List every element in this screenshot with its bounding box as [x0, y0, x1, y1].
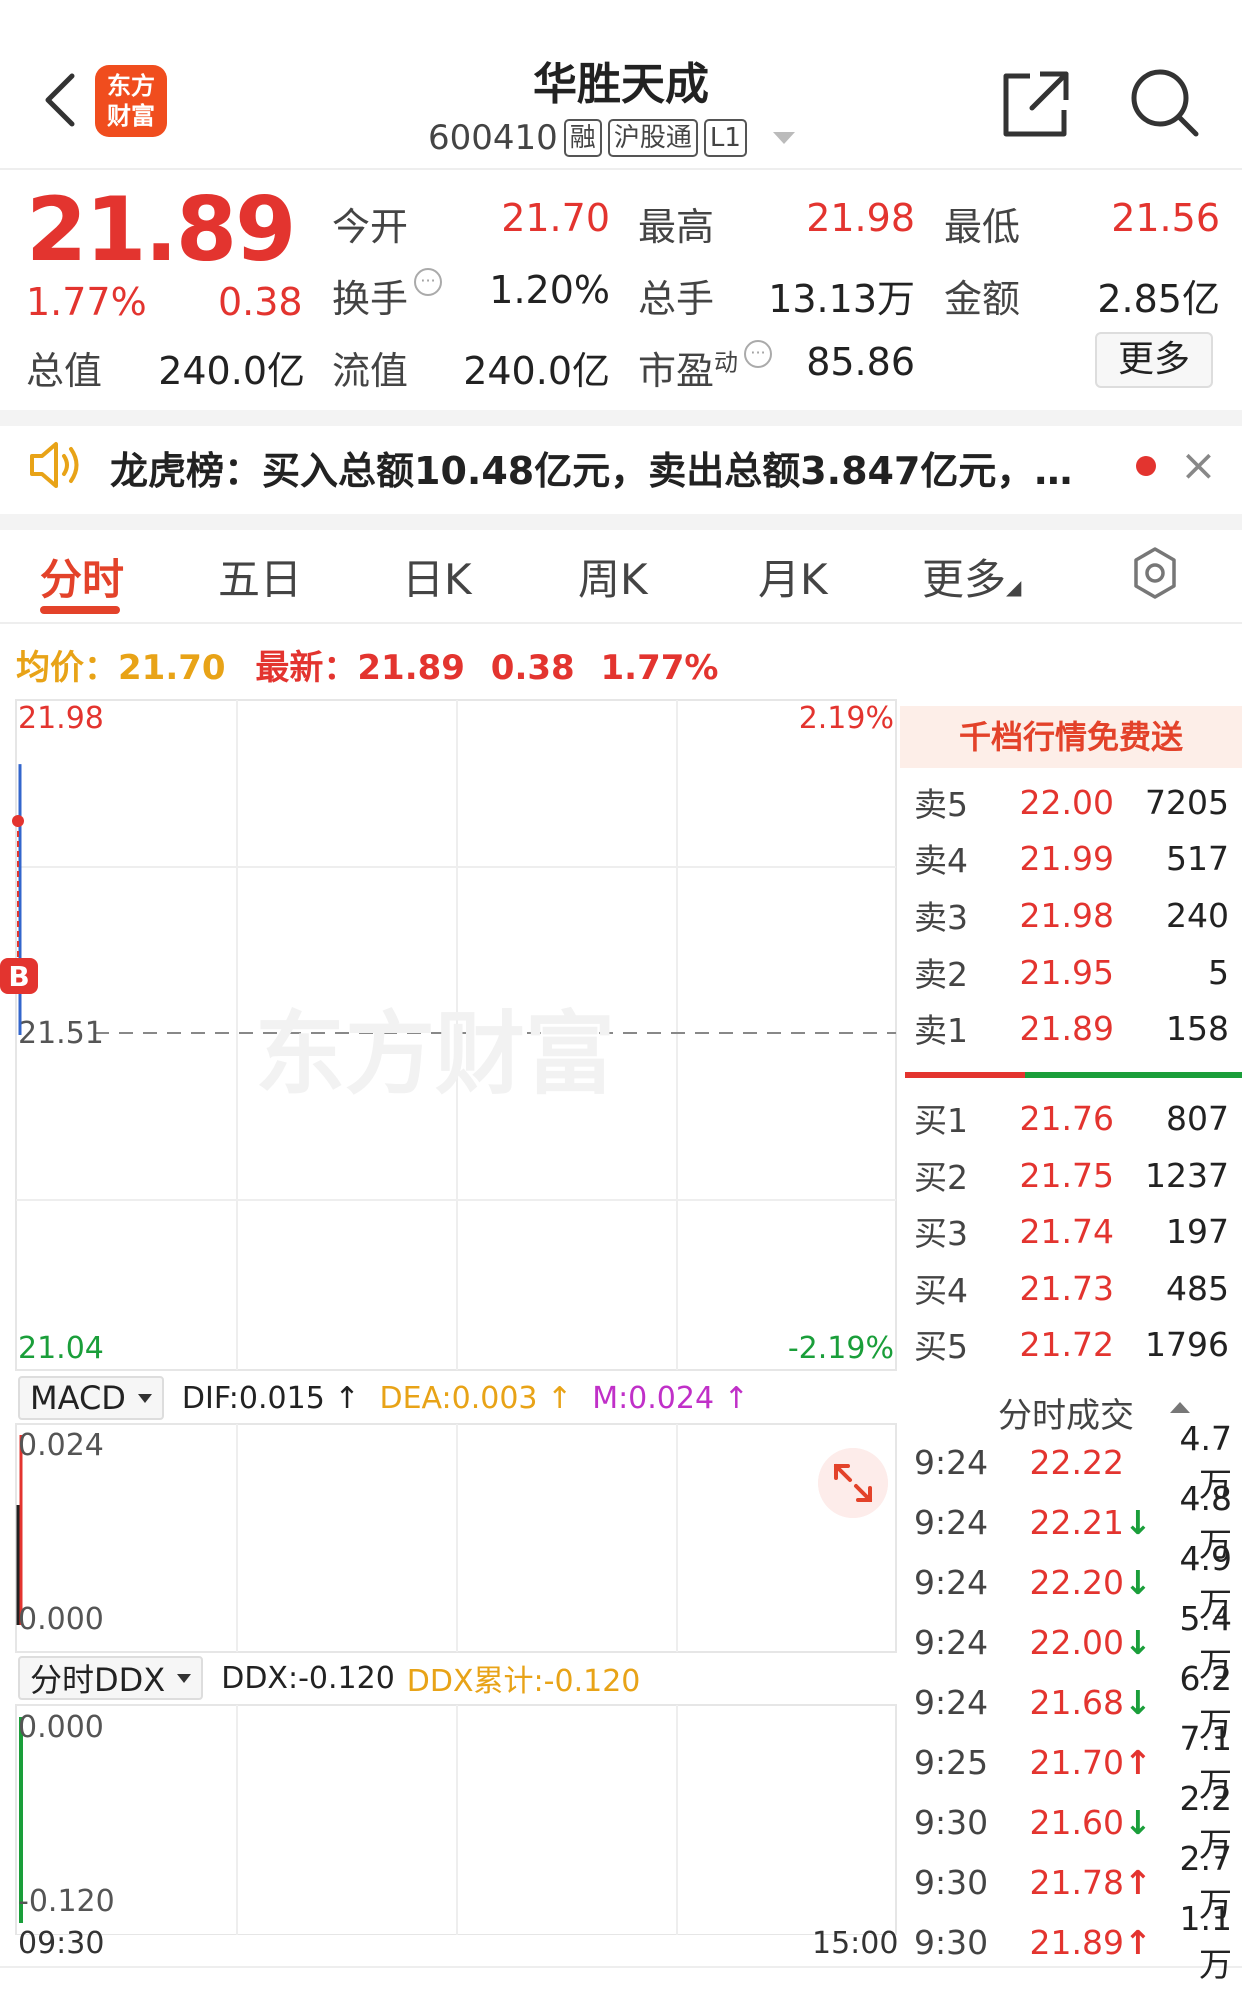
ddx-header: 分时DDX DDX:-0.120 DDX累计:-0.120 [18, 1652, 640, 1704]
ask-row: 卖5 22.00 7205 [914, 782, 1229, 825]
divider [0, 410, 1242, 426]
stat-high-label: 最高 [638, 205, 715, 249]
trade-row: 9:30 21.89 ↑ 1.1万 [914, 1898, 1232, 1984]
watermark: 东方财富 [255, 1002, 615, 1107]
unread-dot [1136, 456, 1156, 476]
stat-turnover-label: 换手 ··· [332, 268, 443, 323]
divider [0, 622, 1242, 624]
last-price: 21.89 [26, 178, 296, 281]
ask-row: 卖2 21.95 5 [914, 952, 1229, 995]
stat-high-value: 21.98 [806, 196, 915, 240]
stat-low-value: 21.56 [1111, 196, 1220, 240]
change-amount: 0.38 [218, 280, 303, 324]
stat-amount-value: 2.85亿 [1097, 277, 1220, 321]
stat-open-label: 今开 [332, 205, 409, 249]
price-point [12, 815, 24, 827]
macd-dea: DEA:0.003 ↑ [379, 1380, 573, 1416]
active-tab-indicator [40, 606, 120, 614]
bid-row: 买4 21.73 485 [914, 1268, 1229, 1311]
macd-dif: DIF:0.015 ↑ [181, 1380, 360, 1416]
tab-weekly-k[interactable]: 周K [578, 546, 648, 607]
x-axis-start: 09:30 [18, 1926, 105, 1961]
stat-low-label: 最低 [944, 205, 1021, 249]
stat-market-cap-value: 240.0亿 [158, 349, 305, 393]
ddx-y-top: 0.000 [18, 1710, 104, 1745]
buy-marker-label: B [8, 960, 29, 993]
tab-intraday[interactable]: 分时 [40, 546, 124, 607]
y-bottom-price: 21.04 [18, 1331, 104, 1366]
macd-m: M:0.024 ↑ [592, 1380, 749, 1416]
stat-pe-value: 85.86 [806, 340, 915, 384]
tab-more[interactable]: 更多◢ [922, 546, 1021, 607]
trades-title[interactable]: 分时成交 [998, 1388, 1134, 1437]
stat-float-cap-value: 240.0亿 [463, 349, 610, 393]
stat-amount-label: 金额 [944, 277, 1021, 321]
stat-volume-label: 总手 [638, 277, 715, 321]
bid-row: 买5 21.72 1796 [914, 1324, 1229, 1367]
bid-row: 买3 21.74 197 [914, 1211, 1229, 1254]
stat-volume-value: 13.13万 [768, 277, 915, 321]
tab-daily-k[interactable]: 日K [402, 546, 472, 607]
info-icon[interactable]: ··· [744, 340, 773, 368]
info-icon[interactable]: ··· [414, 268, 443, 296]
tab-monthly-k[interactable]: 月K [758, 546, 828, 607]
stat-turnover-value: 1.20% [489, 268, 610, 312]
chevron-up-icon[interactable] [1170, 1402, 1190, 1413]
y-top-price: 21.98 [18, 701, 104, 736]
x-axis-end: 15:00 [812, 1926, 899, 1961]
macd-header: MACD DIF:0.015 ↑ DEA:0.003 ↑ M:0.024 ↑ [18, 1372, 749, 1424]
stat-open-value: 21.70 [501, 196, 610, 240]
tag-connect: 沪股通 [607, 119, 698, 157]
chevron-down-icon[interactable] [772, 132, 795, 144]
y-bottom-pct: -2.19% [788, 1331, 894, 1366]
stat-pe-label: 市盈动 ··· [638, 340, 773, 395]
bid-row: 买2 21.75 1237 [914, 1155, 1229, 1198]
tag-margin: 融 [563, 119, 602, 157]
macd-selector[interactable]: MACD [18, 1376, 164, 1420]
stat-float-cap-label: 流值 [332, 349, 409, 393]
intraday-chart[interactable]: 东方财富 21.98 21.51 21.04 2.19% -2.19% B 0.… [0, 695, 900, 1935]
news-ticker-text[interactable]: 龙虎榜：买入总额10.48亿元，卖出总额3.847亿元，… [110, 440, 1072, 495]
share-icon[interactable] [1000, 68, 1072, 140]
y-top-pct: 2.19% [799, 701, 894, 736]
chevron-down-icon [177, 1673, 192, 1683]
macd-y-bottom: 0.000 [18, 1602, 104, 1637]
close-icon[interactable]: × [1180, 440, 1217, 491]
ddx-y-bottom: -0.120 [18, 1884, 115, 1919]
ddx-value: DDX:-0.120 [221, 1660, 395, 1696]
speaker-icon [30, 442, 79, 488]
more-stats-button[interactable]: 更多 [1095, 332, 1213, 388]
ask-row: 卖3 21.98 240 [914, 895, 1229, 938]
avg-latest-line: 均价：21.70 最新：21.89 0.38 1.77% [16, 648, 719, 688]
divider [0, 514, 1242, 530]
bid-row: 买1 21.76 807 [914, 1098, 1229, 1141]
sell-pressure-bar [905, 1072, 1025, 1078]
ask-row: 卖1 21.89 158 [914, 1008, 1229, 1051]
ask-row: 卖4 21.99 517 [914, 838, 1229, 881]
buy-pressure-bar [1025, 1072, 1242, 1078]
search-icon[interactable] [1128, 66, 1200, 138]
tag-level: L1 [703, 119, 747, 157]
promo-banner[interactable]: 千档行情免费送 [900, 706, 1242, 768]
stat-market-cap-label: 总值 [26, 349, 103, 393]
gear-icon[interactable] [1128, 546, 1182, 600]
expand-icon[interactable] [818, 1448, 888, 1518]
tab-five-day[interactable]: 五日 [218, 546, 302, 607]
ddx-cumulative: DDX累计:-0.120 [406, 1664, 641, 1699]
change-percent: 1.77% [26, 280, 147, 324]
chevron-down-icon [137, 1393, 152, 1403]
stock-code: 600410 [428, 118, 558, 158]
y-mid-price: 21.51 [18, 1016, 104, 1051]
ddx-selector[interactable]: 分时DDX [18, 1656, 204, 1700]
stock-code-line[interactable]: 600410 融 沪股通 L1 [428, 118, 795, 158]
macd-y-top: 0.024 [18, 1428, 104, 1463]
